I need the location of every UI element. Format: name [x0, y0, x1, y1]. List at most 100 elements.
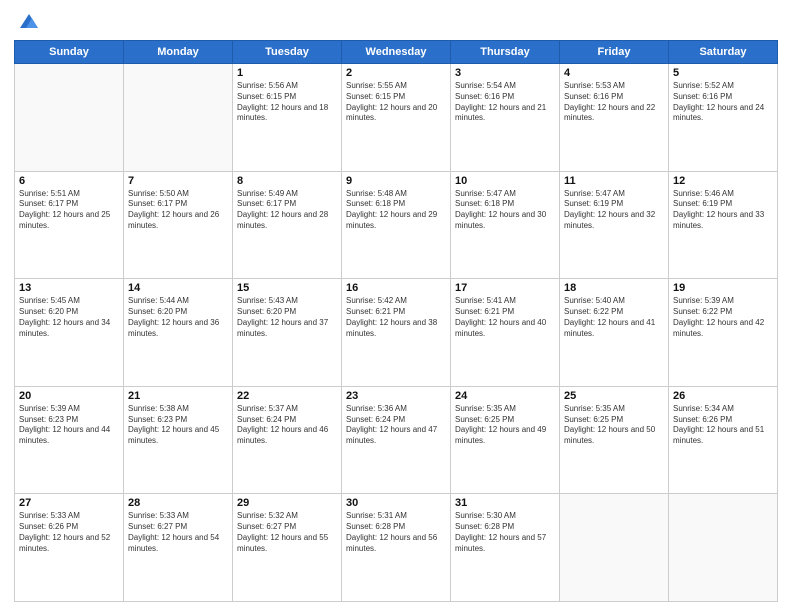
day-number: 23 [346, 390, 446, 402]
day-cell: 26 Sunrise: 5:34 AMSunset: 6:26 PMDayligh… [669, 386, 778, 494]
header-cell-wednesday: Wednesday [342, 41, 451, 64]
day-number: 27 [19, 497, 119, 509]
calendar-table: SundayMondayTuesdayWednesdayThursdayFrid… [14, 40, 778, 602]
day-cell: 10 Sunrise: 5:47 AMSunset: 6:18 PMDayligh… [451, 171, 560, 279]
day-cell: 22 Sunrise: 5:37 AMSunset: 6:24 PMDayligh… [233, 386, 342, 494]
day-info: Sunrise: 5:43 AMSunset: 6:20 PMDaylight:… [237, 296, 337, 339]
day-info: Sunrise: 5:38 AMSunset: 6:23 PMDaylight:… [128, 404, 228, 447]
day-info: Sunrise: 5:35 AMSunset: 6:25 PMDaylight:… [564, 404, 664, 447]
day-info: Sunrise: 5:34 AMSunset: 6:26 PMDaylight:… [673, 404, 773, 447]
day-number: 19 [673, 282, 773, 294]
day-cell: 20 Sunrise: 5:39 AMSunset: 6:23 PMDayligh… [15, 386, 124, 494]
day-cell: 17 Sunrise: 5:41 AMSunset: 6:21 PMDayligh… [451, 279, 560, 387]
week-row-4: 20 Sunrise: 5:39 AMSunset: 6:23 PMDayligh… [15, 386, 778, 494]
day-info: Sunrise: 5:33 AMSunset: 6:26 PMDaylight:… [19, 511, 119, 554]
day-number: 10 [455, 175, 555, 187]
day-number: 8 [237, 175, 337, 187]
day-cell: 4 Sunrise: 5:53 AMSunset: 6:16 PMDaylight… [560, 64, 669, 172]
header-cell-tuesday: Tuesday [233, 41, 342, 64]
day-info: Sunrise: 5:53 AMSunset: 6:16 PMDaylight:… [564, 81, 664, 124]
day-info: Sunrise: 5:47 AMSunset: 6:19 PMDaylight:… [564, 189, 664, 232]
day-info: Sunrise: 5:32 AMSunset: 6:27 PMDaylight:… [237, 511, 337, 554]
day-number: 2 [346, 67, 446, 79]
day-number: 11 [564, 175, 664, 187]
header-cell-sunday: Sunday [15, 41, 124, 64]
day-number: 4 [564, 67, 664, 79]
day-number: 12 [673, 175, 773, 187]
day-number: 7 [128, 175, 228, 187]
day-number: 6 [19, 175, 119, 187]
day-info: Sunrise: 5:47 AMSunset: 6:18 PMDaylight:… [455, 189, 555, 232]
day-number: 29 [237, 497, 337, 509]
day-cell: 2 Sunrise: 5:55 AMSunset: 6:15 PMDaylight… [342, 64, 451, 172]
day-cell: 18 Sunrise: 5:40 AMSunset: 6:22 PMDayligh… [560, 279, 669, 387]
day-number: 22 [237, 390, 337, 402]
day-info: Sunrise: 5:49 AMSunset: 6:17 PMDaylight:… [237, 189, 337, 232]
day-info: Sunrise: 5:41 AMSunset: 6:21 PMDaylight:… [455, 296, 555, 339]
day-cell: 12 Sunrise: 5:46 AMSunset: 6:19 PMDayligh… [669, 171, 778, 279]
day-cell: 15 Sunrise: 5:43 AMSunset: 6:20 PMDayligh… [233, 279, 342, 387]
logo [14, 10, 40, 32]
day-number: 25 [564, 390, 664, 402]
logo-icon [18, 10, 40, 32]
day-cell: 1 Sunrise: 5:56 AMSunset: 6:15 PMDaylight… [233, 64, 342, 172]
day-info: Sunrise: 5:40 AMSunset: 6:22 PMDaylight:… [564, 296, 664, 339]
day-number: 3 [455, 67, 555, 79]
header [14, 10, 778, 32]
day-number: 21 [128, 390, 228, 402]
day-cell: 16 Sunrise: 5:42 AMSunset: 6:21 PMDayligh… [342, 279, 451, 387]
day-info: Sunrise: 5:37 AMSunset: 6:24 PMDaylight:… [237, 404, 337, 447]
day-number: 18 [564, 282, 664, 294]
day-cell [560, 494, 669, 602]
day-cell: 8 Sunrise: 5:49 AMSunset: 6:17 PMDaylight… [233, 171, 342, 279]
header-cell-friday: Friday [560, 41, 669, 64]
day-info: Sunrise: 5:44 AMSunset: 6:20 PMDaylight:… [128, 296, 228, 339]
day-cell: 25 Sunrise: 5:35 AMSunset: 6:25 PMDayligh… [560, 386, 669, 494]
day-info: Sunrise: 5:31 AMSunset: 6:28 PMDaylight:… [346, 511, 446, 554]
week-row-3: 13Sunrise: 5:45 AMSunset: 6:20 PMDayligh… [15, 279, 778, 387]
day-info: Sunrise: 5:39 AMSunset: 6:23 PMDaylight:… [19, 404, 119, 447]
day-cell: 28 Sunrise: 5:33 AMSunset: 6:27 PMDayligh… [124, 494, 233, 602]
day-info: Sunrise: 5:52 AMSunset: 6:16 PMDaylight:… [673, 81, 773, 124]
day-cell: 3 Sunrise: 5:54 AMSunset: 6:16 PMDaylight… [451, 64, 560, 172]
day-cell: 6Sunrise: 5:51 AMSunset: 6:17 PMDaylight… [15, 171, 124, 279]
day-cell: 7 Sunrise: 5:50 AMSunset: 6:17 PMDaylight… [124, 171, 233, 279]
day-info: Sunrise: 5:56 AMSunset: 6:15 PMDaylight:… [237, 81, 337, 124]
day-number: 31 [455, 497, 555, 509]
day-cell: 29 Sunrise: 5:32 AMSunset: 6:27 PMDayligh… [233, 494, 342, 602]
day-number: 5 [673, 67, 773, 79]
day-cell: 5 Sunrise: 5:52 AMSunset: 6:16 PMDaylight… [669, 64, 778, 172]
day-cell [124, 64, 233, 172]
day-info: Sunrise: 5:33 AMSunset: 6:27 PMDaylight:… [128, 511, 228, 554]
day-cell: 27 Sunrise: 5:33 AMSunset: 6:26 PMDayligh… [15, 494, 124, 602]
day-number: 26 [673, 390, 773, 402]
day-info: Sunrise: 5:42 AMSunset: 6:21 PMDaylight:… [346, 296, 446, 339]
header-cell-saturday: Saturday [669, 41, 778, 64]
day-number: 1 [237, 67, 337, 79]
week-row-2: 6Sunrise: 5:51 AMSunset: 6:17 PMDaylight… [15, 171, 778, 279]
day-cell: 30Sunrise: 5:31 AMSunset: 6:28 PMDayligh… [342, 494, 451, 602]
day-info: Sunrise: 5:55 AMSunset: 6:15 PMDaylight:… [346, 81, 446, 124]
day-number: 20 [19, 390, 119, 402]
header-cell-monday: Monday [124, 41, 233, 64]
header-row: SundayMondayTuesdayWednesdayThursdayFrid… [15, 41, 778, 64]
day-cell: 23Sunrise: 5:36 AMSunset: 6:24 PMDayligh… [342, 386, 451, 494]
day-number: 15 [237, 282, 337, 294]
day-info: Sunrise: 5:39 AMSunset: 6:22 PMDaylight:… [673, 296, 773, 339]
day-number: 28 [128, 497, 228, 509]
day-cell: 9Sunrise: 5:48 AMSunset: 6:18 PMDaylight… [342, 171, 451, 279]
day-cell: 11 Sunrise: 5:47 AMSunset: 6:19 PMDayligh… [560, 171, 669, 279]
day-cell [15, 64, 124, 172]
day-cell: 14Sunrise: 5:44 AMSunset: 6:20 PMDayligh… [124, 279, 233, 387]
day-info: Sunrise: 5:54 AMSunset: 6:16 PMDaylight:… [455, 81, 555, 124]
calendar-body: 1 Sunrise: 5:56 AMSunset: 6:15 PMDaylight… [15, 64, 778, 602]
week-row-5: 27 Sunrise: 5:33 AMSunset: 6:26 PMDayligh… [15, 494, 778, 602]
calendar-header: SundayMondayTuesdayWednesdayThursdayFrid… [15, 41, 778, 64]
day-cell: 19 Sunrise: 5:39 AMSunset: 6:22 PMDayligh… [669, 279, 778, 387]
page: SundayMondayTuesdayWednesdayThursdayFrid… [0, 0, 792, 612]
day-info: Sunrise: 5:50 AMSunset: 6:17 PMDaylight:… [128, 189, 228, 232]
day-number: 17 [455, 282, 555, 294]
day-info: Sunrise: 5:46 AMSunset: 6:19 PMDaylight:… [673, 189, 773, 232]
day-cell: 21 Sunrise: 5:38 AMSunset: 6:23 PMDayligh… [124, 386, 233, 494]
day-number: 16 [346, 282, 446, 294]
